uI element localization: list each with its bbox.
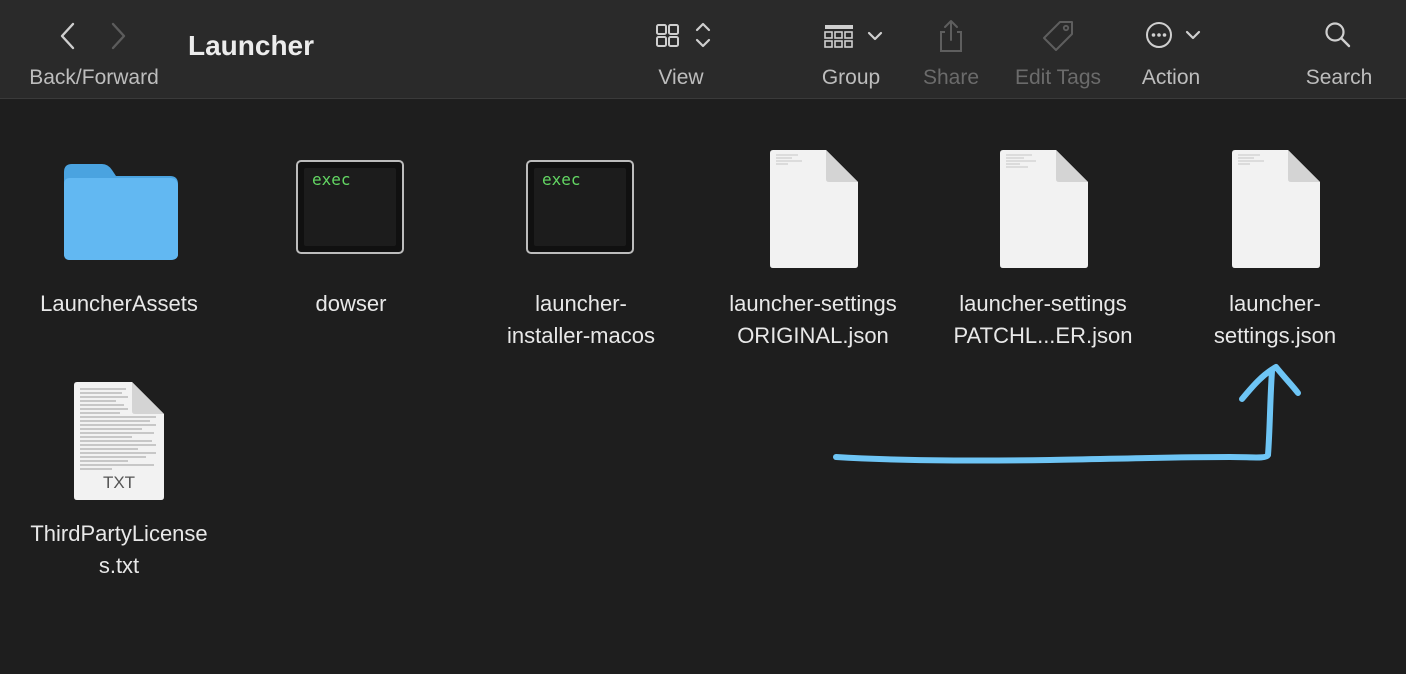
search-label: Search — [1305, 66, 1373, 89]
annotation-arrow — [833, 364, 1301, 464]
group-label: Group — [821, 66, 881, 89]
share-icon — [940, 20, 962, 52]
file-grid: LauncherAssets exec dowser exec launcher… — [0, 99, 1406, 674]
chevron-left-icon[interactable] — [56, 18, 80, 54]
edit-tags-button[interactable]: Edit Tags — [1010, 0, 1106, 98]
finder-window: Back/Forward Launcher View Group Share E… — [0, 0, 1406, 674]
tag-icon — [1043, 21, 1073, 51]
edit-tags-label: Edit Tags — [1015, 66, 1101, 89]
search-icon — [1325, 22, 1351, 48]
toolbar: Back/Forward Launcher View Group Share E… — [0, 0, 1406, 99]
share-button[interactable]: Share — [920, 0, 982, 98]
window-title: Launcher — [188, 30, 315, 61]
group-icon — [824, 25, 883, 48]
chevron-right-icon[interactable] — [106, 18, 130, 54]
action-label: Action — [1141, 66, 1201, 89]
back-forward-control: Back/Forward — [0, 0, 190, 98]
search-button[interactable]: Search — [1300, 0, 1378, 98]
view-button[interactable]: View — [640, 0, 730, 98]
share-label: Share — [922, 66, 980, 89]
view-label: View — [658, 66, 704, 89]
group-button[interactable]: Group — [810, 0, 900, 98]
ellipsis-circle-icon — [1146, 22, 1201, 48]
action-button[interactable]: Action — [1136, 0, 1208, 98]
grid-view-icon — [656, 22, 711, 48]
back-forward-label: Back/Forward — [29, 66, 159, 89]
